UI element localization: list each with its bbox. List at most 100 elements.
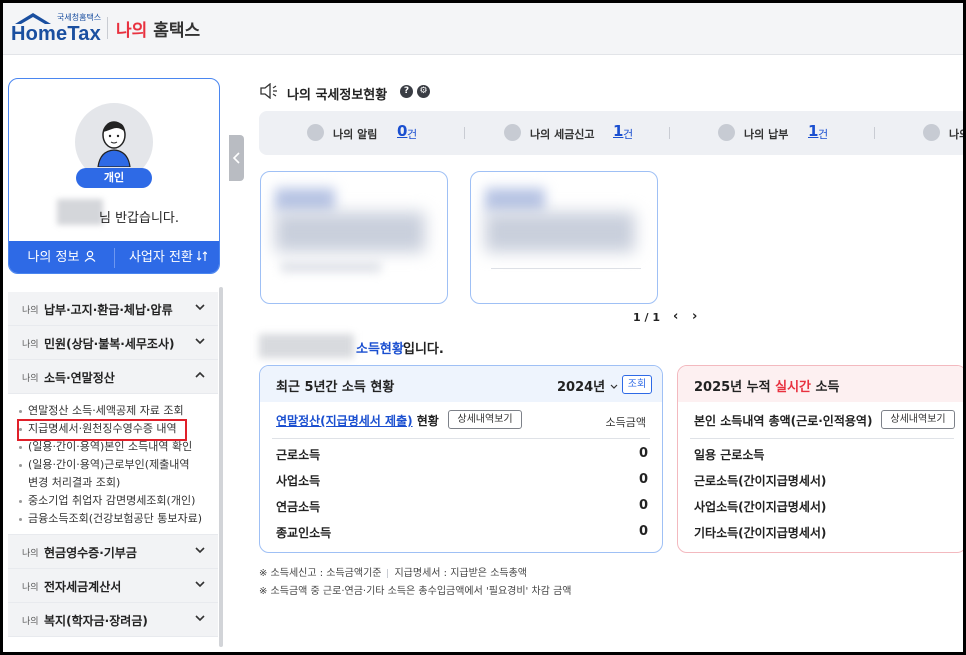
logo-text: HomeTax xyxy=(11,23,101,45)
income-row-value: 0 xyxy=(638,446,648,461)
row-title-suffix: 현황 xyxy=(412,414,439,428)
notify-label: 나의 알림 xyxy=(333,128,378,141)
year-end-link[interactable]: 연말정산(지급명세서 제출) xyxy=(276,414,413,428)
notify-divider xyxy=(669,127,670,139)
chevron-down-icon xyxy=(195,547,205,554)
page-title-red: 나의 xyxy=(116,21,148,41)
person-icon xyxy=(84,250,96,262)
chevron-down-icon xyxy=(610,384,618,389)
bell-icon xyxy=(307,124,324,141)
income-row-label: 종교인소득 xyxy=(276,526,332,540)
sidebar-collapse-tab[interactable] xyxy=(229,135,244,181)
help-icon[interactable]: ? xyxy=(400,85,413,98)
blurred-card[interactable] xyxy=(470,171,658,304)
header-divider xyxy=(107,17,108,39)
submenu-financial-income[interactable]: 금융소득조회(건강보험공단 통보자료) xyxy=(8,510,218,528)
sidebar-scrollbar[interactable] xyxy=(219,287,223,647)
notify-divider xyxy=(874,127,875,139)
menu-item-welfare[interactable]: 나의 복지(학자금·장려금) xyxy=(8,603,218,637)
year-select[interactable]: 2024년 xyxy=(557,376,618,395)
menu-label: 납부·고지·환급·체납·압류 xyxy=(44,303,173,317)
income-row-label: 기타소득(간이지급명세서) xyxy=(694,526,827,540)
document-icon xyxy=(504,124,521,141)
chevron-down-icon xyxy=(195,581,205,588)
footnote-line-2: ※ 소득금액 중 근로·연금·기타 소득은 총수입금액에서 '필요경비' 차감 … xyxy=(259,586,572,597)
switch-arrows-icon xyxy=(196,251,208,261)
payment-icon xyxy=(718,124,735,141)
footnotes: ※ 소득세신고 : 소득금액기준 지급명세서 : 지급받은 소득총액 ※ 소득금액… xyxy=(259,565,571,601)
menu-label: 현금영수증·기부금 xyxy=(44,546,137,560)
submenu-daily-labor-denial-cont[interactable]: 변경 처리결과 조회) xyxy=(8,474,218,492)
profile-buttons: 나의 정보 사업자 전환 xyxy=(9,241,219,273)
menu-label: 민원(상담·불복·세무조사) xyxy=(44,337,175,351)
submenu-year-end-deduction[interactable]: 연말정산 소득·세액공제 자료 조회 xyxy=(8,402,218,420)
income-heading-rest: 입니다. xyxy=(403,342,444,357)
notify-label: 나의 세금신고 xyxy=(530,128,595,141)
page-title: 나의 홈택스 xyxy=(116,16,200,41)
submenu-daily-labor-denial[interactable]: (일용·간이·용역)근로부인(제출내역 xyxy=(8,456,218,474)
income-heading-blue: 소득현황 xyxy=(356,342,404,357)
chevron-down-icon xyxy=(195,338,205,345)
hometax-logo[interactable]: 국세청홈택스 HomeTax xyxy=(11,9,107,49)
submenu-sme-reduction[interactable]: 중소기업 취업자 감면명세조회(개인) xyxy=(8,492,218,510)
pager-prev-button[interactable]: ‹ xyxy=(673,309,678,324)
profile-card: 개인 님 반갑습니다. 나의 정보 사업자 전환 xyxy=(8,78,220,274)
menu-item-income[interactable]: 나의 소득·연말정산 xyxy=(8,360,218,394)
menu-item-payment[interactable]: 나의 납부·고지·환급·체납·압류 xyxy=(8,292,218,326)
chevron-down-icon xyxy=(195,615,205,622)
detail-view-button[interactable]: 상세내역보기 xyxy=(881,410,955,429)
my-info-label: 나의 정보 xyxy=(27,250,80,265)
notify-count[interactable]: 0 xyxy=(397,122,407,140)
pager-next-button[interactable]: › xyxy=(692,309,697,324)
divider xyxy=(272,438,650,439)
query-button[interactable]: 조회 xyxy=(622,375,652,394)
panel-title-red: 실시간 xyxy=(775,380,812,395)
card-pager: 1 / 1 ‹ › xyxy=(633,309,697,324)
settings-icon[interactable]: ⚙ xyxy=(417,85,430,98)
switch-business-label: 사업자 전환 xyxy=(128,250,193,265)
total-income-row-title: 본인 소득내역 총액(근로·인적용역) xyxy=(694,414,873,428)
switch-business-button[interactable]: 사업자 전환 xyxy=(115,241,219,273)
menu-label: 전자세금계산서 xyxy=(44,580,122,594)
income-row-label: 근로소득(간이지급명세서) xyxy=(694,474,827,488)
section-title-text: 나의 국세정보현황 xyxy=(287,88,388,103)
income-row-label: 사업소득(간이지급명세서) xyxy=(694,500,827,514)
menu-prefix: 나의 xyxy=(22,374,39,384)
income-row-label: 일용 근로소득 xyxy=(694,448,765,462)
blurred-card[interactable] xyxy=(260,171,448,304)
footnote-part: 지급명세서 : 지급받은 소득총액 xyxy=(394,568,527,579)
menu-prefix: 나의 xyxy=(22,549,39,559)
footnote-part: ※ 소득세신고 : 소득금액기준 xyxy=(259,568,382,579)
income-row-value: 0 xyxy=(638,472,648,487)
notification-bar: 나의 알림 0 건 나의 세금신고 1 건 나의 납부 1 건 나의 xyxy=(259,111,963,155)
notify-label: 나의 xyxy=(949,128,963,141)
year-end-row-title: 연말정산(지급명세서 제출) 현황 xyxy=(276,412,439,429)
income-row-label: 연금소득 xyxy=(276,500,321,514)
panel-title: 최근 5년간 소득 현황 xyxy=(276,380,395,395)
income-row-label: 사업소득 xyxy=(276,474,321,488)
menu-item-civil[interactable]: 나의 민원(상담·불복·세무조사) xyxy=(8,326,218,360)
notify-count[interactable]: 1 xyxy=(613,122,623,140)
pager-text: 1 / 1 xyxy=(633,311,660,324)
blurred-user-name xyxy=(57,199,103,225)
app-window: 국세청홈택스 HomeTax 나의 홈택스 개인 님 반갑습니다. 나의 정보 … xyxy=(3,3,963,652)
panel-title-pre: 2025년 누적 xyxy=(694,380,776,395)
menu-item-cash-receipt[interactable]: 나의 현금영수증·기부금 xyxy=(8,535,218,569)
year-select-value: 2024년 xyxy=(557,380,606,395)
detail-view-button[interactable]: 상세내역보기 xyxy=(448,410,522,429)
panel-header: 최근 5년간 소득 현황 2024년 조회 xyxy=(260,366,662,402)
person-type-badge: 개인 xyxy=(76,168,152,188)
income-row-label: 근로소득 xyxy=(276,448,321,462)
menu-label: 복지(학자금·장려금) xyxy=(44,614,148,628)
income-row-value: 0 xyxy=(638,524,648,539)
notify-label: 나의 납부 xyxy=(744,128,789,141)
logo-small-text: 국세청홈택스 xyxy=(57,13,102,22)
sidebar: 개인 님 반갑습니다. 나의 정보 사업자 전환 나의 납부·고지·환급·체납·… xyxy=(3,55,225,652)
panel-title: 2025년 누적 실시간 소득 xyxy=(694,376,839,395)
income-row-value: 0 xyxy=(638,498,648,513)
my-info-button[interactable]: 나의 정보 xyxy=(9,241,114,273)
panel-header: 2025년 누적 실시간 소득 xyxy=(678,366,963,402)
notify-count[interactable]: 1 xyxy=(808,122,818,140)
menu-item-e-invoice[interactable]: 나의 전자세금계산서 xyxy=(8,569,218,603)
menu-prefix: 나의 xyxy=(22,306,39,316)
